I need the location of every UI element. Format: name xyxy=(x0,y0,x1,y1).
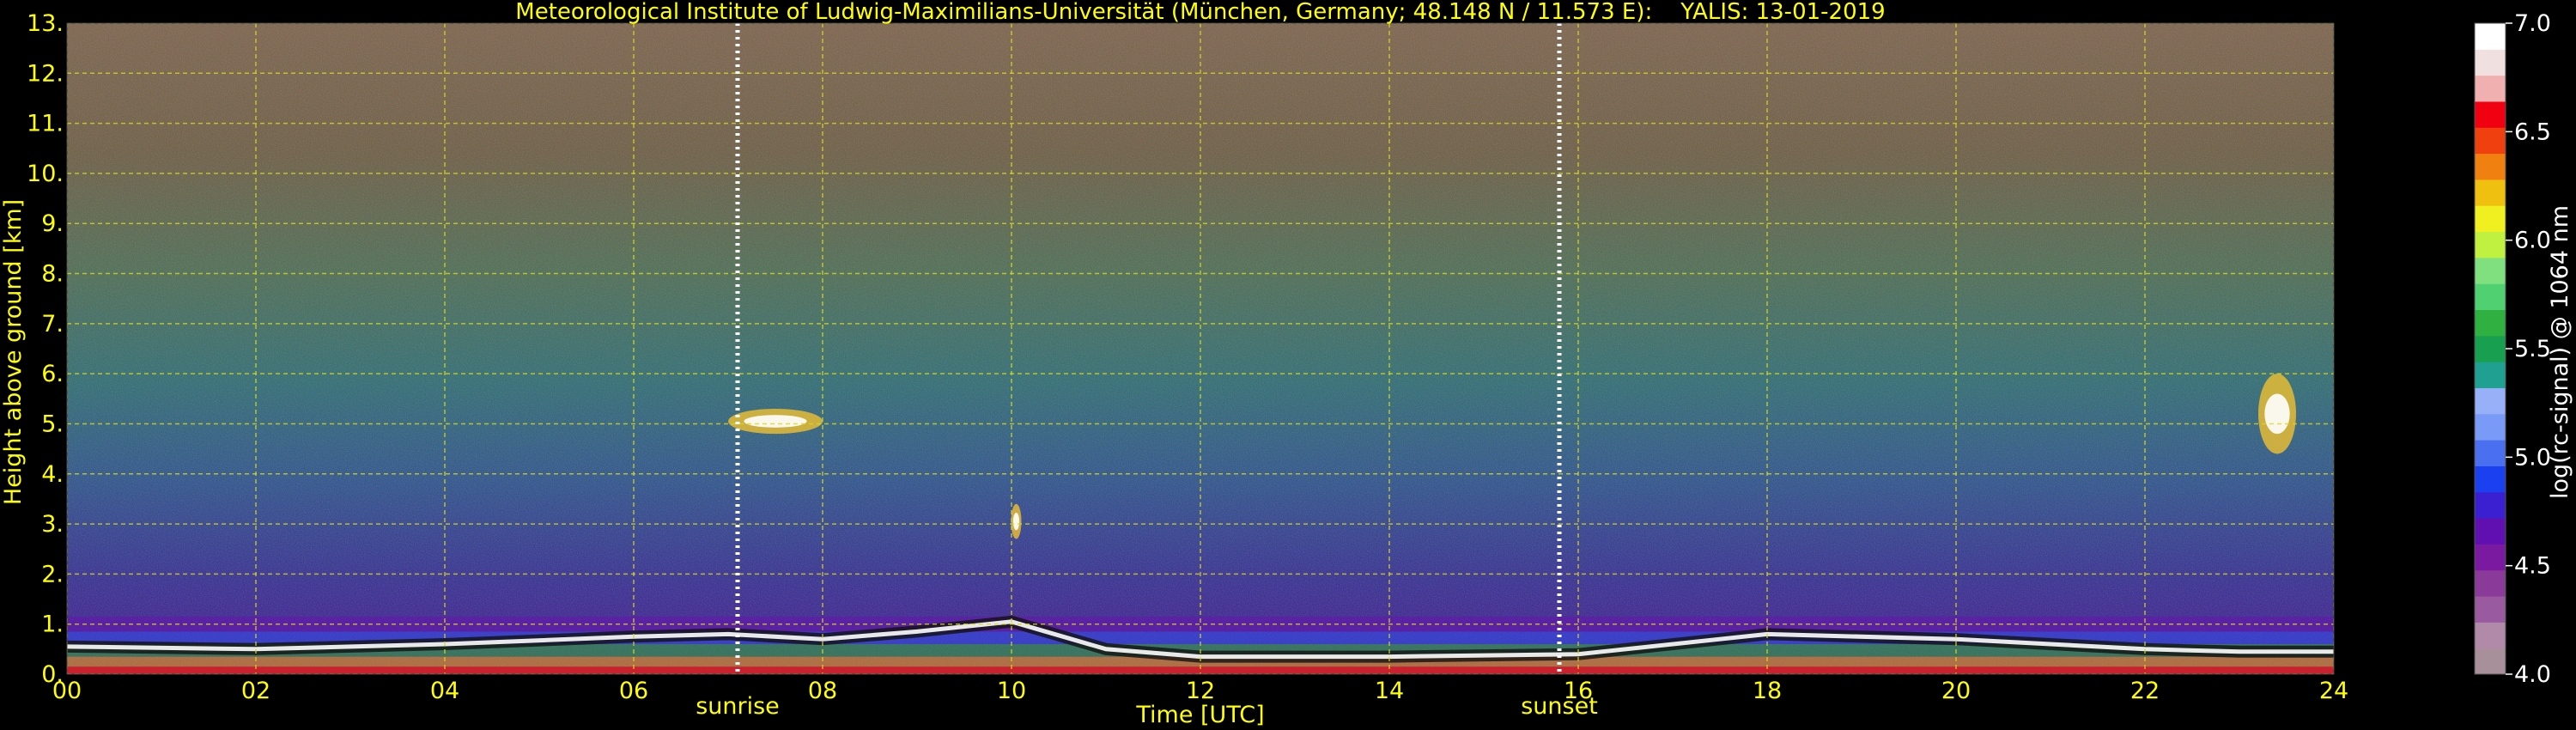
y-axis-ticks: 0.1.2.3.4.5.6.7.8.9.10.11.12.13. xyxy=(27,10,64,688)
colorbar-tick-label: 4.0 xyxy=(2514,661,2551,688)
colorbar-swatch xyxy=(2475,205,2506,233)
sun-marker-label: sunrise xyxy=(696,693,780,720)
colorbar-label: log(rc-signal) @ 1064 nm xyxy=(2547,205,2573,499)
x-tick-label: 02 xyxy=(241,678,270,704)
y-tick-label: 2. xyxy=(41,561,64,587)
y-tick-label: 6. xyxy=(41,361,64,387)
colorbar-tick-label: 5.0 xyxy=(2514,444,2551,471)
y-tick-label: 5. xyxy=(41,411,64,437)
colorbar: 4.0 4.5 5.0 5.5 6.0 6.5 7.0 log(rc-signal) @ 1… xyxy=(2474,10,2573,688)
y-tick-label: 12. xyxy=(27,60,64,87)
colorbar-ticks: 4.0 4.5 5.0 5.5 6.0 6.5 7.0 xyxy=(2506,10,2551,688)
colorbar-swatches xyxy=(2475,23,2506,675)
colorbar-swatch xyxy=(2475,75,2506,102)
x-axis-ticks: 00 02 04 06 08 10 12 14 16 18 20 22 24 xyxy=(52,678,2348,704)
cloud-core xyxy=(1012,512,1020,531)
colorbar-swatch xyxy=(2475,491,2506,519)
x-tick-label: 10 xyxy=(997,678,1026,704)
x-tick-label: 22 xyxy=(2130,678,2160,704)
colorbar-tick-label: 4.5 xyxy=(2514,553,2551,580)
x-tick-label: 20 xyxy=(1941,678,1971,704)
colorbar-tick-label: 6.5 xyxy=(2514,119,2551,145)
x-tick-label: 04 xyxy=(430,678,459,704)
sun-marker-label: sunset xyxy=(1521,693,1598,720)
cloud-core xyxy=(2264,393,2290,435)
x-axis-label: Time [UTC] xyxy=(1135,702,1264,728)
colorbar-swatch xyxy=(2475,362,2506,388)
colorbar-swatch xyxy=(2475,179,2506,206)
colorbar-swatch xyxy=(2475,283,2506,311)
colorbar-swatch xyxy=(2475,622,2506,649)
colorbar-swatch xyxy=(2475,387,2506,415)
x-tick-label: 18 xyxy=(1753,678,1782,704)
y-tick-label: 11. xyxy=(27,111,64,137)
colorbar-tick-label: 7.0 xyxy=(2514,10,2551,37)
colorbar-swatch xyxy=(2475,569,2506,597)
x-tick-label: 06 xyxy=(619,678,648,704)
colorbar-swatch xyxy=(2475,596,2506,623)
lidar-figure: Meteorological Institute of Ludwig-Maxim… xyxy=(0,0,2573,728)
chart-title: Meteorological Institute of Ludwig-Maxim… xyxy=(515,0,1885,25)
y-axis-label: Height above ground [km] xyxy=(0,199,27,505)
y-tick-label: 1. xyxy=(41,611,64,638)
y-tick-label: 7. xyxy=(41,311,64,338)
y-tick-label: 8. xyxy=(41,261,64,288)
colorbar-swatch xyxy=(2475,23,2506,50)
y-tick-label: 3. xyxy=(41,511,64,538)
colorbar-swatch xyxy=(2475,127,2506,155)
colorbar-tick-label: 6.0 xyxy=(2514,228,2551,254)
x-tick-label: 24 xyxy=(2319,678,2348,704)
plot-area xyxy=(67,23,2334,674)
colorbar-swatch xyxy=(2475,231,2506,259)
colorbar-swatch xyxy=(2475,257,2506,284)
x-tick-label: 00 xyxy=(52,678,82,704)
colorbar-swatch xyxy=(2475,413,2506,441)
colorbar-swatch xyxy=(2475,49,2506,76)
colorbar-swatch xyxy=(2475,309,2506,337)
y-tick-label: 13. xyxy=(27,10,64,37)
cloud-core xyxy=(744,415,807,428)
y-tick-label: 10. xyxy=(27,161,64,187)
x-tick-label: 14 xyxy=(1375,678,1404,704)
colorbar-swatch xyxy=(2475,335,2506,362)
y-tick-label: 4. xyxy=(41,461,64,488)
colorbar-swatch xyxy=(2475,440,2506,466)
y-tick-label: 9. xyxy=(41,210,64,237)
colorbar-swatch xyxy=(2475,100,2506,128)
colorbar-swatch xyxy=(2475,465,2506,493)
colorbar-swatch xyxy=(2475,544,2506,571)
x-tick-label: 08 xyxy=(808,678,837,704)
colorbar-swatch xyxy=(2475,518,2506,544)
colorbar-swatch xyxy=(2475,648,2506,675)
colorbar-swatch xyxy=(2475,153,2506,180)
x-tick-label: 12 xyxy=(1186,678,1215,704)
colorbar-tick-label: 5.5 xyxy=(2514,336,2551,362)
